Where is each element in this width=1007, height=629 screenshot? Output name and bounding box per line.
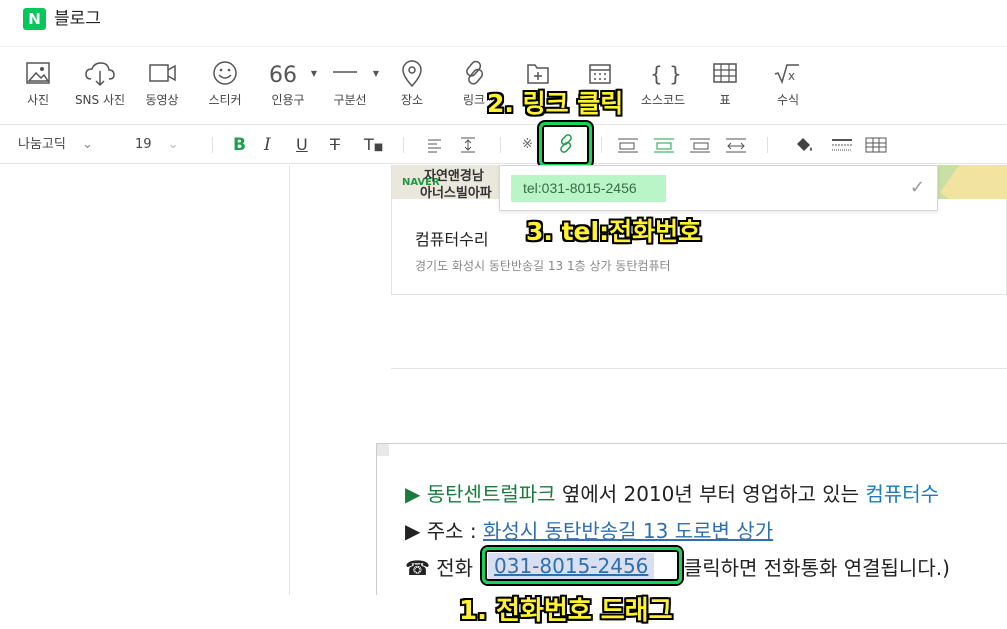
italic-button[interactable]: I: [264, 125, 271, 165]
tool-label: 스티커: [208, 93, 242, 107]
quote-icon: 66: [269, 63, 297, 88]
content-line-1: ▶ 동탄센트럴파크 옆에서 2010년 부터 영업하고 있는 컴퓨터수: [405, 478, 939, 507]
annotation-step2: 2. 링크 클릭: [487, 89, 624, 118]
phone-number-link[interactable]: 031-8015-2456: [488, 553, 655, 579]
tool-photo[interactable]: 사진: [7, 59, 69, 108]
tool-source-code[interactable]: { } 소스코드: [632, 59, 694, 108]
link-icon: [560, 134, 572, 153]
tool-divider[interactable]: ▼ 구분선: [319, 59, 381, 108]
font-color-button[interactable]: T■: [364, 125, 383, 165]
tool-label: 구분선: [333, 93, 367, 107]
highlight-text: 동탄센트럴파크: [426, 482, 556, 506]
tool-formula[interactable]: x 수식: [757, 59, 819, 108]
separator: [403, 137, 404, 153]
sns-photo-icon: [85, 62, 115, 87]
bold-button[interactable]: B: [233, 125, 246, 165]
font-name: 나눔고딕: [18, 137, 66, 152]
font-size-select[interactable]: 19 ⌄: [135, 125, 179, 165]
image-align-center-icon[interactable]: [653, 137, 675, 153]
tool-label: 표: [719, 93, 731, 107]
tool-sticker[interactable]: 스티커: [194, 59, 256, 108]
photo-icon: [26, 62, 50, 84]
separator: [500, 137, 501, 153]
bullet: ▶: [405, 482, 421, 506]
line-height-icon[interactable]: [460, 136, 476, 154]
text-component[interactable]: ▶ 동탄센트럴파크 옆에서 2010년 부터 영업하고 있는 컴퓨터수 ▶ 주소…: [376, 443, 1007, 595]
phone-icon: ☎: [405, 556, 430, 580]
font-size: 19: [135, 137, 152, 152]
component-handle[interactable]: [377, 444, 389, 456]
tool-label: SNS 사진: [74, 93, 126, 107]
tool-label: 사진: [26, 93, 50, 107]
place-address: 경기도 화성시 동탄반송길 13 1층 상가 동탄컴퓨터: [415, 259, 671, 273]
annotation-step1: 1. 전화번호 드래그: [459, 596, 673, 626]
tool-label: 수식: [776, 93, 800, 107]
sticker-icon: [213, 61, 237, 85]
check-icon[interactable]: ✓: [910, 177, 925, 198]
tool-label: 동영상: [145, 93, 179, 107]
formula-icon: x: [774, 64, 799, 85]
separator: [601, 137, 602, 153]
video-icon: [149, 64, 176, 82]
address-label: 주소 :: [426, 519, 484, 543]
paint-bucket-icon[interactable]: [793, 136, 815, 154]
image-align-left-icon[interactable]: [617, 137, 639, 153]
chevron-down-icon: ⌄: [167, 137, 179, 152]
place-icon: [402, 60, 422, 88]
tool-label: 장소: [400, 93, 424, 107]
separator: [212, 137, 213, 153]
editor-left-margin: [0, 165, 290, 595]
align-left-icon[interactable]: [427, 137, 443, 153]
font-select[interactable]: 나눔고딕 ⌄: [18, 125, 93, 165]
divider-line: [391, 368, 1007, 369]
chevron-down-icon: ▼: [310, 69, 317, 78]
content-line-2: ▶ 주소 : 화성시 동탄반송길 13 도로변 상가: [405, 515, 773, 544]
separator: [767, 137, 768, 153]
tool-sns-photo[interactable]: SNS 사진: [69, 59, 131, 108]
app-header: N 블로그: [0, 0, 1007, 40]
highlight-text: 컴퓨터수: [865, 482, 940, 506]
naver-logo[interactable]: N: [23, 8, 46, 30]
cell-table-icon[interactable]: [865, 136, 887, 154]
strikethrough-button[interactable]: T: [330, 125, 340, 165]
format-toolbar: 나눔고딕 ⌄ 19 ⌄ B I U T T■ ※: [0, 124, 1007, 164]
link-popup: ✓: [499, 165, 938, 211]
border-style-icon[interactable]: [831, 137, 853, 153]
divider-icon: [333, 71, 357, 73]
app-title[interactable]: 블로그: [54, 8, 101, 30]
body-text: 옆에서 2010년 부터 영업하고 있는: [555, 482, 866, 506]
link-url-input[interactable]: [511, 175, 666, 202]
phone-label: 전화: [436, 556, 480, 580]
svg-text:x: x: [788, 69, 795, 83]
annotation-step3: 3. tel:전화번호: [526, 217, 702, 246]
map-label: 아너스빌아파: [420, 186, 492, 199]
svg-text:66: 66: [269, 63, 297, 88]
place-name: 컴퓨터수리: [415, 230, 489, 249]
chevron-down-icon: ▼: [372, 69, 379, 78]
phone-selection-box[interactable]: 031-8015-2456: [482, 547, 682, 584]
table-icon: [713, 63, 737, 83]
tool-label: 인용구: [271, 93, 305, 107]
image-align-right-icon[interactable]: [689, 137, 711, 153]
chevron-down-icon: ⌄: [81, 137, 93, 152]
tool-table[interactable]: 표: [694, 59, 756, 108]
svg-text:{ }: { }: [650, 62, 682, 86]
underline-button[interactable]: U: [296, 125, 308, 165]
address-link[interactable]: 화성시 동탄반송길 13 도로변 상가: [483, 519, 773, 543]
tool-label: 소스코드: [640, 93, 686, 107]
phone-rest: 클릭하면 전화통화 연결됩니다.): [677, 556, 950, 580]
image-full-width-icon[interactable]: [725, 137, 747, 153]
tool-quote[interactable]: 66 ▼ 인용구: [257, 59, 319, 108]
tool-video[interactable]: 동영상: [131, 59, 193, 108]
source-code-icon: { }: [650, 62, 682, 86]
bullet: ▶: [405, 519, 421, 543]
special-char-button[interactable]: ※: [522, 125, 533, 165]
link-button[interactable]: [539, 122, 592, 167]
tool-place[interactable]: 장소: [381, 59, 443, 108]
